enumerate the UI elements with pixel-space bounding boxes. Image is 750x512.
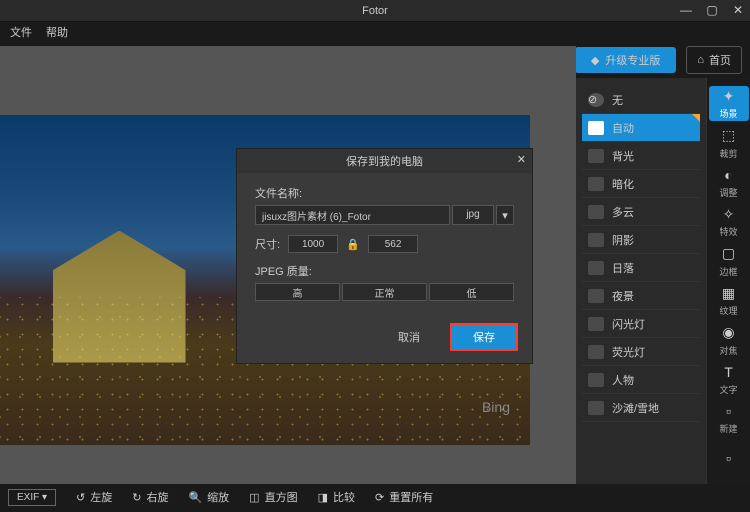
minimize-button[interactable]: — (678, 2, 694, 18)
reset-button[interactable]: ⟳重置所有 (375, 489, 433, 505)
rotate-left-icon: ↺ (76, 491, 85, 504)
darken-icon (588, 177, 604, 191)
sidebar-item-night[interactable]: 夜景 (582, 282, 700, 310)
dialog-close-icon[interactable]: ✕ (517, 153, 526, 166)
fluorescent-icon (588, 345, 604, 359)
backlight-icon (588, 149, 604, 163)
lock-icon[interactable]: 🔒 (346, 237, 360, 251)
reset-icon: ⟳ (375, 491, 384, 504)
cancel-button[interactable]: 取消 (378, 325, 440, 349)
tool-rail: ✦场景 ⬚裁剪 ◐调整 ✧特效 ▢边框 ▦纹理 ◉对焦 T文字 ▫新建 ▫ (706, 78, 750, 484)
sidebar-item-fluorescent[interactable]: 荧光灯 (582, 338, 700, 366)
crop-icon: ⬚ (720, 127, 738, 145)
titlebar: Fotor — ▢ ✕ (0, 0, 750, 22)
bing-watermark: Bing (482, 399, 510, 415)
dialog-titlebar[interactable]: 保存到我的电脑 ✕ (237, 149, 532, 173)
menu-file[interactable]: 文件 (10, 24, 32, 40)
none-icon: ⊘ (588, 93, 604, 107)
zoom-button[interactable]: 🔍缩放 (188, 489, 229, 505)
sunset-icon (588, 261, 604, 275)
sidebar-item-flash[interactable]: 闪光灯 (582, 310, 700, 338)
quality-high-button[interactable]: 高 (255, 283, 340, 301)
new-icon: ▫ (720, 402, 738, 420)
tool-focus[interactable]: ◉对焦 (709, 322, 749, 357)
save-button[interactable]: 保存 (450, 323, 518, 351)
dialog-title: 保存到我的电脑 (346, 153, 423, 169)
tool-effects[interactable]: ✧特效 (709, 204, 749, 239)
tool-texture[interactable]: ▦纹理 (709, 283, 749, 318)
tool-adjust[interactable]: ◐调整 (709, 165, 749, 200)
beach-icon (588, 401, 604, 415)
page-icon: ▫ (720, 449, 738, 467)
tool-frame[interactable]: ▢边框 (709, 244, 749, 279)
width-input[interactable] (288, 235, 338, 253)
save-dialog: 保存到我的电脑 ✕ 文件名称: jpg ▾ 尺寸: 🔒 JPEG 质量: 高 正… (236, 148, 533, 364)
quality-label: JPEG 质量: (255, 263, 514, 279)
menubar: 文件 帮助 (0, 22, 750, 42)
adjust-icon: ◐ (720, 166, 738, 184)
tool-text[interactable]: T文字 (709, 362, 749, 397)
cloud-icon (588, 205, 604, 219)
portrait-icon (588, 373, 604, 387)
sidebar-item-darken[interactable]: 暗化 (582, 170, 700, 198)
sidebar-item-none[interactable]: ⊘无 (582, 86, 700, 114)
sidebar-item-shade[interactable]: 阴影 (582, 226, 700, 254)
histogram-icon: ◫ (249, 491, 259, 504)
texture-icon: ▦ (720, 284, 738, 302)
sidebar-item-cloudy[interactable]: 多云 (582, 198, 700, 226)
chevron-down-icon: ▾ (502, 209, 508, 222)
zoom-icon: 🔍 (188, 491, 202, 504)
tool-extra[interactable]: ▫ (709, 441, 749, 476)
sidebar-item-portrait[interactable]: 人物 (582, 366, 700, 394)
menu-help[interactable]: 帮助 (46, 24, 68, 40)
quality-low-button[interactable]: 低 (429, 283, 514, 301)
night-icon (588, 289, 604, 303)
sidebar-item-auto[interactable]: 自动 (582, 114, 700, 142)
text-icon: T (720, 363, 738, 381)
shade-icon (588, 233, 604, 247)
extension-dropdown-button[interactable]: ▾ (496, 205, 514, 225)
effects-icon: ✧ (720, 205, 738, 223)
height-input[interactable] (368, 235, 418, 253)
app-title: Fotor (362, 5, 388, 17)
histogram-button[interactable]: ◫直方图 (249, 489, 297, 505)
sidebar-item-sunset[interactable]: 日落 (582, 254, 700, 282)
tool-new[interactable]: ▫新建 (709, 401, 749, 436)
close-button[interactable]: ✕ (730, 2, 746, 18)
extension-select[interactable]: jpg (452, 205, 494, 225)
exif-button[interactable]: EXIF ▾ (8, 489, 56, 506)
sidebar-item-beach[interactable]: 沙滩/雪地 (582, 394, 700, 422)
rotate-right-icon: ↻ (132, 491, 141, 504)
frame-icon: ▢ (720, 245, 738, 263)
scene-icon: ✦ (720, 87, 738, 105)
scene-preset-list: ⊘无 自动 背光 暗化 多云 阴影 日落 夜景 闪光灯 荧光灯 人物 沙滩/雪地 (576, 78, 706, 484)
tool-crop[interactable]: ⬚裁剪 (709, 125, 749, 160)
filename-input[interactable] (255, 205, 450, 225)
size-label: 尺寸: (255, 236, 280, 252)
sidebar-item-backlight[interactable]: 背光 (582, 142, 700, 170)
flash-icon (588, 317, 604, 331)
compare-button[interactable]: ◨比较 (318, 489, 355, 505)
compare-icon: ◨ (318, 491, 328, 504)
bottombar: EXIF ▾ ↺左旋 ↻右旋 🔍缩放 ◫直方图 ◨比较 ⟳重置所有 (8, 486, 742, 508)
rotate-right-button[interactable]: ↻右旋 (132, 489, 168, 505)
filename-label: 文件名称: (255, 185, 514, 201)
quality-normal-button[interactable]: 正常 (342, 283, 427, 301)
rotate-left-button[interactable]: ↺左旋 (76, 489, 112, 505)
maximize-button[interactable]: ▢ (704, 2, 720, 18)
focus-icon: ◉ (720, 324, 738, 342)
camera-icon (588, 121, 604, 135)
tool-scene[interactable]: ✦场景 (709, 86, 749, 121)
